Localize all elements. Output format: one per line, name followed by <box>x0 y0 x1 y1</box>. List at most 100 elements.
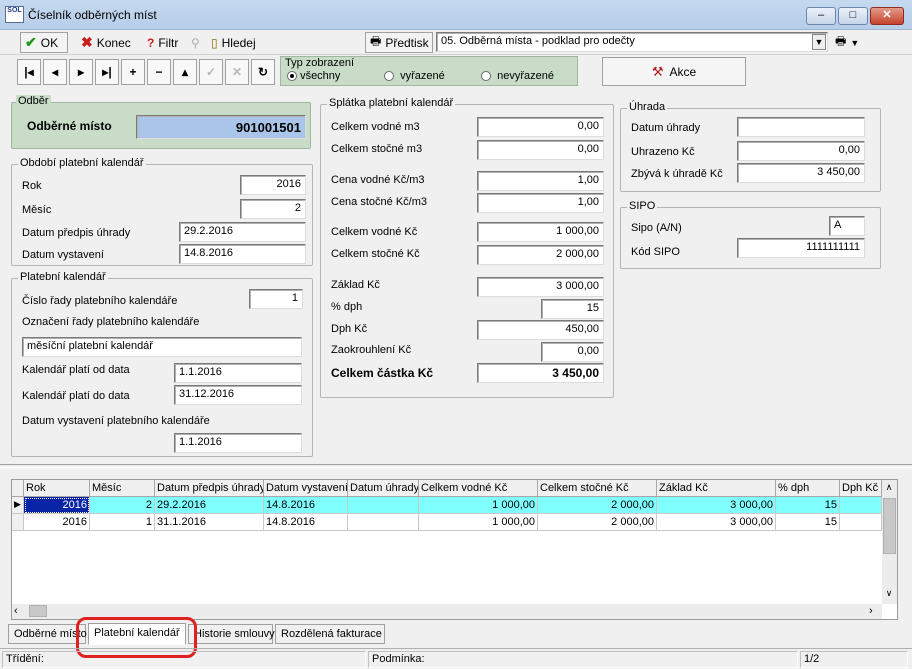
tab-historie-smlouvy[interactable]: Historie smlouvy <box>188 624 275 644</box>
mesic-label: Měsíc <box>22 204 52 216</box>
last-record-button[interactable]: ▸| <box>95 59 119 85</box>
vertical-scrollbar[interactable]: ∧ ∨ <box>882 480 897 604</box>
table-cell[interactable]: 15 <box>776 514 840 531</box>
celkem-castka-field[interactable]: 3 450,00 <box>477 363 604 383</box>
table-cell[interactable] <box>348 497 419 514</box>
chevron-down-icon[interactable]: ▼ <box>812 34 826 50</box>
sipo-group-title: SIPO <box>627 200 658 212</box>
print-button[interactable]: 🖶 ▼ <box>830 32 866 53</box>
horizontal-scroll-thumb[interactable] <box>29 605 47 617</box>
radio-vyrazene[interactable]: vyřazené <box>384 70 445 82</box>
table-cell[interactable] <box>840 497 882 514</box>
datum-predpis-field[interactable]: 29.2.2016 <box>179 222 306 242</box>
add-record-button[interactable]: + <box>121 59 145 85</box>
delete-record-button[interactable]: − <box>147 59 171 85</box>
vodne-kc-field[interactable]: 1 000,00 <box>477 222 604 242</box>
maximize-button[interactable]: □ <box>838 7 868 25</box>
table-cell[interactable]: 2 000,00 <box>538 497 657 514</box>
ok-button[interactable]: ✔ OK <box>20 32 68 53</box>
sipo-field[interactable]: A <box>829 216 865 236</box>
radio-nevyrazene[interactable]: nevyřazené <box>481 70 554 82</box>
app-logo: SOL <box>5 6 24 23</box>
report-select-value: 05. Odběrná místa - podklad pro odečty <box>441 35 635 47</box>
vodne-m3-field[interactable]: 0,00 <box>477 117 604 137</box>
zbyva-field[interactable]: 3 450,00 <box>737 163 865 183</box>
table-cell[interactable]: 14.8.2016 <box>264 497 348 514</box>
up-button[interactable]: ▴ <box>173 59 197 85</box>
col-stocne-kc[interactable]: Celkem stočné Kč <box>538 480 657 497</box>
table-cell[interactable]: 3 000,00 <box>657 514 776 531</box>
vodne-kc-label: Celkem vodné Kč <box>331 226 418 238</box>
table-cell[interactable]: 31.1.2016 <box>155 514 264 531</box>
radio-vsechny[interactable]: všechny <box>287 70 340 82</box>
hledej-button[interactable]: ▯ Hledej <box>206 32 260 53</box>
tab-odberne-misto[interactable]: Odběrné místo <box>8 624 87 644</box>
stocne-kc-field[interactable]: 2 000,00 <box>477 245 604 265</box>
records-grid[interactable]: Rok Měsíc Datum předpis úhrady Datum vys… <box>11 479 898 620</box>
dph-pct-field[interactable]: 15 <box>541 299 604 319</box>
col-datum-uhrady[interactable]: Datum úhrady <box>348 480 419 497</box>
table-cell[interactable]: 3 000,00 <box>657 497 776 514</box>
table-cell[interactable]: 14.8.2016 <box>264 514 348 531</box>
table-cell[interactable]: 2016 <box>24 514 90 531</box>
col-mesic[interactable]: Měsíc <box>90 480 155 497</box>
col-dph-pct[interactable]: % dph <box>776 480 840 497</box>
table-cell[interactable] <box>348 514 419 531</box>
table-cell[interactable]: 2016 <box>24 497 90 514</box>
datum-vystaveni-field[interactable]: 14.8.2016 <box>179 244 306 264</box>
predtisk-button[interactable]: 🖶 Předtisk <box>365 32 433 53</box>
close-button[interactable]: ✕ <box>870 7 904 25</box>
odberne-misto-field[interactable]: 901001501 <box>136 115 306 139</box>
scroll-right-icon[interactable]: › <box>869 605 881 617</box>
scroll-down-icon[interactable]: ∨ <box>883 588 895 600</box>
col-datum-predpis[interactable]: Datum předpis úhrady <box>155 480 264 497</box>
next-record-button[interactable]: ▸ <box>69 59 93 85</box>
col-rok[interactable]: Rok <box>24 480 90 497</box>
col-vodne-kc[interactable]: Celkem vodné Kč <box>419 480 538 497</box>
col-datum-vystaveni[interactable]: Datum vystavení <box>264 480 348 497</box>
obdobi-group: Období platební kalendář Rok 2016 Měsíc … <box>11 157 313 266</box>
minimize-button[interactable]: – <box>806 7 836 25</box>
table-cell[interactable]: 1 000,00 <box>419 514 538 531</box>
rok-field[interactable]: 2016 <box>240 175 306 195</box>
stocne-m3-field[interactable]: 0,00 <box>477 140 604 160</box>
table-cell[interactable]: 29.2.2016 <box>155 497 264 514</box>
zbyva-label: Zbývá k úhradě Kč <box>631 168 723 180</box>
table-cell[interactable]: 1 000,00 <box>419 497 538 514</box>
mesic-field[interactable]: 2 <box>240 199 306 219</box>
oznaceni-rady-field[interactable]: měsíční platební kalendář <box>22 337 302 357</box>
table-cell[interactable]: 2 000,00 <box>538 514 657 531</box>
prev-record-button[interactable]: ◂ <box>43 59 67 85</box>
report-select[interactable]: 05. Odběrná místa - podklad pro odečty ▼ <box>436 32 828 52</box>
cislo-rady-field[interactable]: 1 <box>249 289 303 309</box>
datum-predpis-label: Datum předpis úhrady <box>22 227 131 239</box>
cena-vodne-field[interactable]: 1,00 <box>477 171 604 191</box>
uhrazeno-field[interactable]: 0,00 <box>737 141 865 161</box>
datum-uhrady-field[interactable] <box>737 117 865 137</box>
cena-stocne-field[interactable]: 1,00 <box>477 193 604 213</box>
akce-button[interactable]: ⚒ Akce <box>602 57 746 86</box>
plati-do-field[interactable]: 31.12.2016 <box>174 385 302 405</box>
plati-od-field[interactable]: 1.1.2016 <box>174 363 302 383</box>
zaokrouhleni-field[interactable]: 0,00 <box>541 342 604 362</box>
datum-vystaveni-kalendare-field[interactable]: 1.1.2016 <box>174 433 302 453</box>
col-zaklad-kc[interactable]: Základ Kč <box>657 480 776 497</box>
zaklad-field[interactable]: 3 000,00 <box>477 277 604 297</box>
vertical-scroll-thumb[interactable] <box>883 498 896 554</box>
table-cell[interactable]: 2 <box>90 497 155 514</box>
table-cell[interactable]: 15 <box>776 497 840 514</box>
table-cell[interactable] <box>840 514 882 531</box>
col-dph-kc[interactable]: Dph Kč <box>840 480 882 497</box>
dph-field[interactable]: 450,00 <box>477 320 604 340</box>
tab-rozdelena-fakturace[interactable]: Rozdělená fakturace <box>275 624 385 644</box>
scroll-left-icon[interactable]: ‹ <box>14 605 26 617</box>
table-cell[interactable]: 1 <box>90 514 155 531</box>
first-record-button[interactable]: |◂ <box>17 59 41 85</box>
refresh-button[interactable]: ↻ <box>251 59 275 85</box>
kod-sipo-field[interactable]: 1111111111 <box>737 238 865 258</box>
filtr-button[interactable]: ? Filtr <box>142 32 182 53</box>
konec-button[interactable]: ✖ Konec <box>76 32 138 53</box>
binoculars-icon: ▯ <box>211 35 218 50</box>
splitter[interactable] <box>0 464 912 468</box>
scroll-up-icon[interactable]: ∧ <box>883 482 895 494</box>
